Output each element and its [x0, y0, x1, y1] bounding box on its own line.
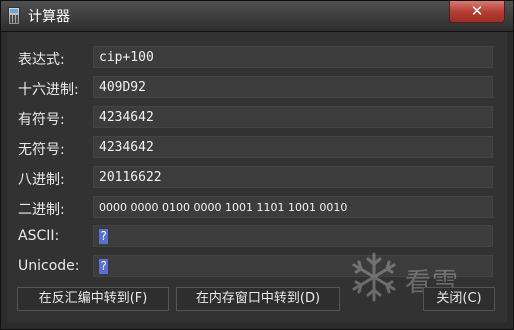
signed-field[interactable]: 4234642 [93, 106, 493, 128]
window-close-button[interactable]: ✕ [449, 1, 505, 23]
expression-input[interactable]: cip+100 [93, 46, 493, 68]
unicode-label: Unicode: [18, 258, 80, 274]
goto-disassembly-button[interactable]: 在反汇编中转到(F) [17, 287, 169, 311]
hex-row: 十六进制: 409D92 [7, 76, 507, 100]
unsigned-row: 无符号: 4234642 [7, 136, 507, 160]
expression-label: 表达式: [18, 52, 65, 68]
close-icon: ✕ [470, 2, 484, 20]
binary-label: 二进制: [18, 202, 65, 218]
calculator-app-icon [8, 7, 20, 25]
unsigned-field[interactable]: 4234642 [93, 136, 493, 158]
signed-label: 有符号: [18, 112, 65, 128]
expression-row: 表达式: cip+100 [7, 46, 507, 70]
octal-field[interactable]: 20116622 [93, 166, 493, 188]
unicode-value: ? [99, 259, 109, 274]
window-title: 计算器 [28, 9, 70, 25]
ascii-row: ASCII: ? [7, 225, 507, 249]
close-button[interactable]: 关闭(C) [423, 287, 495, 311]
title-bar[interactable]: 计算器 ✕ [1, 1, 513, 32]
hex-field[interactable]: 409D92 [93, 76, 493, 98]
ascii-field[interactable]: ? [93, 225, 493, 247]
octal-label: 八进制: [18, 172, 65, 188]
snowflake-icon [352, 252, 396, 302]
binary-row: 二进制: 0000 0000 0100 0000 1001 1101 1001 … [7, 196, 507, 220]
octal-row: 八进制: 20116622 [7, 166, 507, 190]
ascii-label: ASCII: [18, 228, 60, 244]
ascii-value: ? [99, 229, 109, 244]
binary-field[interactable]: 0000 0000 0100 0000 1001 1101 1001 0010 [93, 196, 493, 218]
hex-label: 十六进制: [18, 82, 79, 98]
signed-row: 有符号: 4234642 [7, 106, 507, 130]
unsigned-label: 无符号: [18, 142, 65, 158]
calculator-panel: 表达式: cip+100 十六进制: 409D92 有符号: 4234642 无… [7, 32, 507, 322]
calculator-window: 计算器 ✕ 表达式: cip+100 十六进制: 409D92 有符号: 423… [0, 0, 514, 330]
goto-memory-dump-button[interactable]: 在内存窗口中转到(D) [176, 287, 340, 311]
